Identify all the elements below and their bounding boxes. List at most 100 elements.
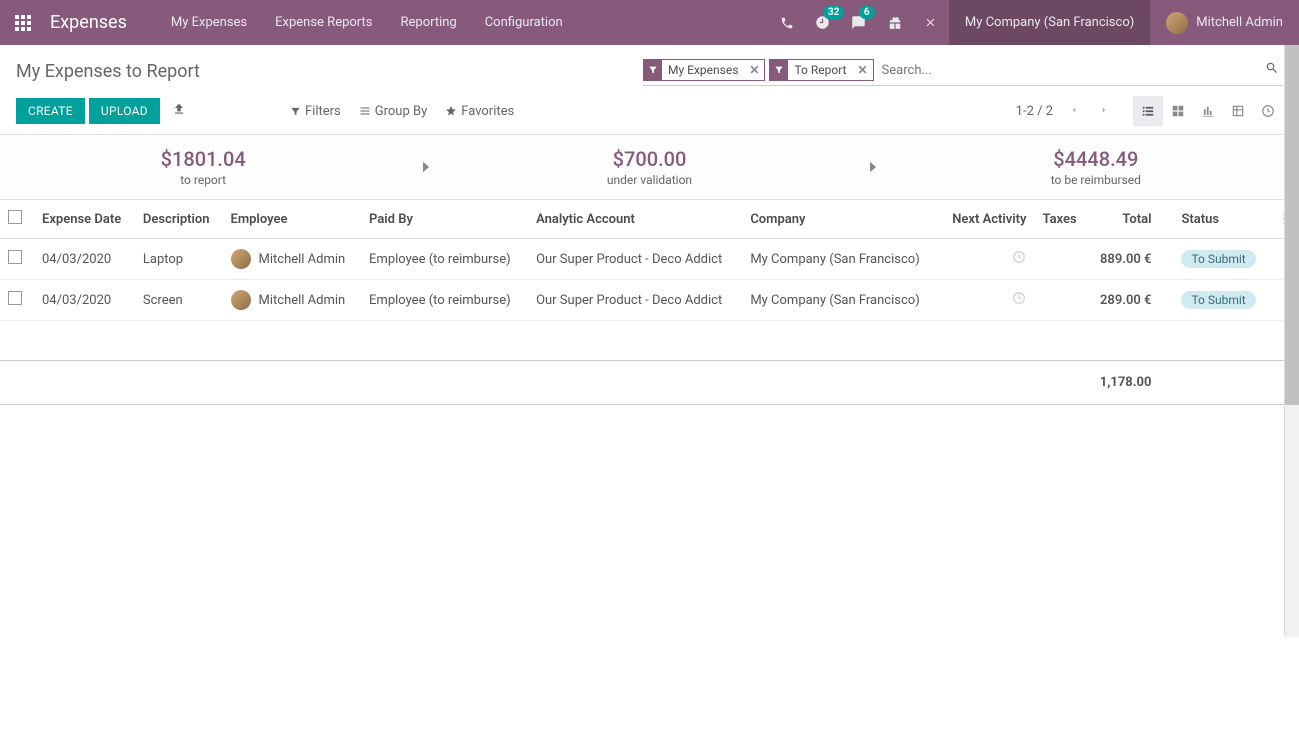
clock-icon[interactable]: 32 [805, 0, 841, 45]
nav-right: 32 6 My Company (San Francisco) Mitchell… [769, 0, 1299, 45]
chevron-right-icon [406, 135, 446, 199]
statusbar: $1801.04 to report $700.00 under validat… [0, 135, 1299, 200]
cell-analytic: Our Super Product - Deco Addict [528, 280, 742, 321]
facet-my-expenses: My Expenses ✕ [643, 59, 765, 81]
search-icon[interactable] [1261, 57, 1283, 83]
pager-prev[interactable] [1065, 100, 1083, 123]
col-desc[interactable]: Description [135, 200, 223, 239]
user-menu[interactable]: Mitchell Admin [1150, 0, 1299, 45]
cell-status: To Submit [1159, 280, 1270, 321]
cell-date: 04/03/2020 [34, 280, 135, 321]
col-paid[interactable]: Paid By [361, 200, 528, 239]
table-row[interactable]: 04/03/2020LaptopMitchell AdminEmployee (… [0, 239, 1299, 280]
messages-badge: 6 [859, 6, 875, 19]
stat-value: $1801.04 [0, 147, 406, 171]
groupby-label: Group By [375, 104, 428, 119]
select-all-checkbox[interactable] [8, 210, 22, 224]
stat-to-report[interactable]: $1801.04 to report [0, 135, 406, 199]
stat-value: $4448.49 [893, 147, 1299, 171]
row-checkbox[interactable] [8, 250, 22, 264]
facet-label: My Expenses [662, 63, 744, 77]
nav-menu: My Expenses Expense Reports Reporting Co… [157, 0, 577, 45]
facet-remove[interactable]: ✕ [744, 63, 764, 77]
brand-title: Expenses [50, 12, 127, 33]
gift-icon[interactable] [877, 0, 913, 45]
cell-activity[interactable] [939, 239, 1035, 280]
cell-activity[interactable] [939, 280, 1035, 321]
groupby-dropdown[interactable]: Group By [359, 104, 428, 119]
create-button[interactable]: CREATE [16, 98, 85, 124]
col-taxes[interactable]: Taxes [1034, 200, 1087, 239]
cell-paid: Employee (to reimburse) [361, 280, 528, 321]
col-company[interactable]: Company [742, 200, 939, 239]
cell-status: To Submit [1159, 239, 1270, 280]
view-list[interactable] [1133, 96, 1163, 126]
footer-total: 1,178.00 [1088, 361, 1160, 405]
facet-to-report: To Report ✕ [769, 59, 873, 81]
stat-to-be-reimbursed[interactable]: $4448.49 to be reimbursed [893, 135, 1299, 199]
close-icon[interactable] [913, 0, 949, 45]
row-checkbox[interactable] [8, 291, 22, 305]
cell-emp: Mitchell Admin [223, 239, 362, 280]
col-analytic[interactable]: Analytic Account [528, 200, 742, 239]
view-kanban[interactable] [1163, 96, 1193, 126]
filter-icon [770, 60, 788, 80]
favorites-label: Favorites [461, 104, 514, 119]
cell-taxes [1034, 239, 1087, 280]
nav-my-expenses[interactable]: My Expenses [157, 0, 261, 45]
col-total[interactable]: Total [1088, 200, 1160, 239]
stat-label: to be reimbursed [893, 173, 1299, 187]
favorites-dropdown[interactable]: Favorites [445, 104, 514, 119]
col-activity[interactable]: Next Activity [939, 200, 1035, 239]
view-pivot[interactable] [1223, 96, 1253, 126]
user-name: Mitchell Admin [1196, 15, 1283, 30]
stat-label: to report [0, 173, 406, 187]
cell-desc: Laptop [135, 239, 223, 280]
col-date[interactable]: Expense Date [34, 200, 135, 239]
view-graph[interactable] [1193, 96, 1223, 126]
col-emp[interactable]: Employee [223, 200, 362, 239]
status-badge: To Submit [1181, 250, 1255, 268]
nav-expense-reports[interactable]: Expense Reports [261, 0, 386, 45]
cell-total: 289.00 € [1088, 280, 1160, 321]
avatar [231, 249, 251, 269]
filters-label: Filters [305, 104, 341, 119]
cell-company: My Company (San Francisco) [742, 280, 939, 321]
company-name: My Company (San Francisco) [965, 15, 1134, 30]
filter-icon [644, 60, 662, 80]
chevron-right-icon [853, 135, 893, 199]
avatar [231, 290, 251, 310]
table-row[interactable]: 04/03/2020ScreenMitchell AdminEmployee (… [0, 280, 1299, 321]
chat-icon[interactable]: 6 [841, 0, 877, 45]
phone-icon[interactable] [769, 0, 805, 45]
scrollbar-thumb[interactable] [1285, 45, 1299, 405]
nav-reporting[interactable]: Reporting [386, 0, 470, 45]
stat-under-validation[interactable]: $700.00 under validation [446, 135, 852, 199]
company-switcher[interactable]: My Company (San Francisco) [949, 0, 1150, 45]
pager-value[interactable]: 1-2 / 2 [1016, 104, 1053, 119]
stat-label: under validation [446, 173, 852, 187]
status-badge: To Submit [1181, 291, 1255, 309]
apps-icon[interactable] [0, 15, 45, 31]
col-status[interactable]: Status [1159, 200, 1270, 239]
cell-taxes [1034, 280, 1087, 321]
topbar: Expenses My Expenses Expense Reports Rep… [0, 0, 1299, 45]
search-area: My Expenses ✕ To Report ✕ [643, 57, 1283, 86]
cell-desc: Screen [135, 280, 223, 321]
filters-dropdown[interactable]: Filters [290, 104, 341, 119]
nav-configuration[interactable]: Configuration [471, 0, 577, 45]
pager: 1-2 / 2 [1016, 100, 1113, 123]
stat-value: $700.00 [446, 147, 852, 171]
table-wrap: Expense Date Description Employee Paid B… [0, 200, 1299, 730]
upload-button[interactable]: UPLOAD [89, 98, 160, 124]
cell-paid: Employee (to reimburse) [361, 239, 528, 280]
view-switcher [1133, 96, 1283, 126]
search-input[interactable] [878, 61, 1261, 80]
cell-date: 04/03/2020 [34, 239, 135, 280]
facet-remove[interactable]: ✕ [852, 63, 872, 77]
scrollbar-track[interactable] [1284, 45, 1299, 637]
upload-icon[interactable] [172, 102, 186, 120]
view-activity[interactable] [1253, 96, 1283, 126]
pager-next[interactable] [1095, 100, 1113, 123]
control-panel: My Expenses to Report My Expenses ✕ To R… [0, 45, 1299, 135]
